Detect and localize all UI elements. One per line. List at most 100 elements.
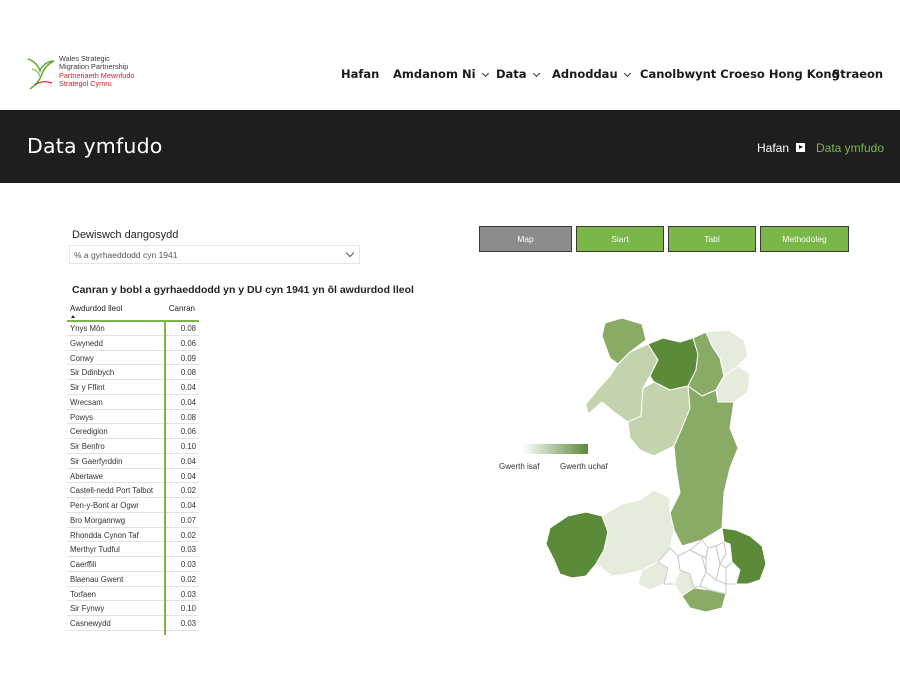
table-row[interactable]: Casnewydd 0.03: [67, 616, 199, 631]
row-value: 0.04: [180, 383, 196, 392]
column-header-value[interactable]: Canran: [169, 304, 195, 313]
chevron-down-icon: [481, 69, 489, 78]
table-row[interactable]: Wrecsam 0.04: [67, 395, 199, 410]
table-row[interactable]: Ceredigion 0.06: [67, 424, 199, 439]
site-header: Wales Strategic Migration Partnership Pa…: [0, 0, 900, 110]
map-region-sir-benfro[interactable]: [545, 511, 609, 579]
row-value: 0.03: [180, 560, 196, 569]
row-value: 0.10: [180, 604, 196, 614]
table-row[interactable]: Rhondda Cynon Taf 0.02: [67, 528, 199, 543]
table-row[interactable]: Sir Ddinbych 0.08: [67, 365, 199, 380]
row-area-name: Ceredigion: [70, 427, 108, 437]
table-body: Ynys Môn 0.08 Gwynedd 0.06 Conwy 0.09 Sir Ddin…: [67, 321, 199, 635]
table-row[interactable]: Castell-nedd Port Talbot 0.02: [67, 483, 199, 498]
table-row[interactable]: Merthyr Tudful 0.03: [67, 542, 199, 557]
data-table[interactable]: Awdurdod lleol Canran Ynys Môn 0.08 Gwyned…: [67, 302, 199, 635]
nav-straeon[interactable]: Straeon: [832, 67, 883, 81]
table-view-button[interactable]: Tabl: [668, 226, 756, 252]
nav-amdanom-ni[interactable]: Amdanom Ni: [393, 67, 489, 81]
row-value: 0.03: [180, 589, 196, 599]
table-row[interactable]: Bro Morgannwg 0.07: [67, 513, 199, 528]
table-row[interactable]: Pen-y-Bont ar Ogwr 0.04: [67, 498, 199, 513]
table-row[interactable]: Sir Fynwy 0.10: [67, 601, 199, 616]
row-value: 0.04: [180, 501, 196, 510]
row-area-name: Sir Benfro: [70, 442, 105, 451]
nav-label: Adnoddau: [552, 67, 618, 81]
nav-label: Data: [496, 67, 527, 81]
row-area-name: Bro Morgannwg: [70, 515, 126, 525]
table-row[interactable]: Sir y Fflint 0.04: [67, 380, 199, 395]
row-area-name: Castell-nedd Port Talbot: [70, 486, 154, 496]
row-value: 0.03: [180, 619, 196, 628]
indicator-selected-value: % a gyrhaeddodd cyn 1941: [74, 250, 178, 260]
methodology-button[interactable]: Methodoleg: [760, 226, 849, 252]
chevron-down-icon: [532, 69, 540, 78]
row-value: 0.04: [180, 471, 196, 481]
row-value: 0.08: [180, 412, 196, 422]
row-area-name: Pen-y-Bont ar Ogwr: [70, 501, 139, 510]
page-banner: Data ymfudo Hafan Data ymfudo: [0, 110, 900, 183]
row-value: 0.02: [180, 486, 196, 496]
nav-label: Straeon: [832, 67, 884, 81]
wales-choropleth-map[interactable]: [530, 318, 775, 618]
map-view-button[interactable]: Map: [479, 226, 572, 252]
table-row[interactable]: Caerffili 0.03: [67, 557, 199, 572]
row-area-name: Sir Fynwy: [70, 604, 105, 614]
table-row[interactable]: Blaenau Gwent 0.02: [67, 572, 199, 587]
indicator-label: Dewiswch dangosydd: [72, 229, 179, 241]
row-value: 0.03: [181, 634, 196, 635]
row-area-name: Sir y Fflint: [70, 383, 105, 392]
row-area-name: Caerdydd: [70, 634, 104, 635]
breadcrumb-arrow-icon: [796, 143, 805, 152]
row-area-name: Conwy: [70, 353, 94, 363]
column-header-area[interactable]: Awdurdod lleol: [70, 304, 122, 313]
row-area-name: Gwynedd: [70, 338, 103, 348]
table-row[interactable]: Powys 0.08: [67, 410, 199, 425]
breadcrumb-home-link[interactable]: Hafan: [757, 141, 789, 155]
page-title: Data ymfudo: [27, 134, 163, 158]
nav-label: Canolbwynt Croeso Hong Kong: [640, 67, 840, 81]
row-value: 0.02: [180, 574, 196, 584]
row-area-name: Sir Gaerfyrddin: [70, 456, 123, 466]
indicator-dropdown[interactable]: % a gyrhaeddodd cyn 1941: [69, 245, 360, 264]
row-area-name: Abertawe: [70, 471, 103, 481]
row-value: 0.10: [180, 442, 196, 451]
table-row[interactable]: Sir Gaerfyrddin 0.04: [67, 454, 199, 469]
row-area-name: Caerffili: [70, 560, 97, 569]
row-value: 0.02: [180, 530, 196, 540]
table-row[interactable]: Caerdydd 0.03: [67, 631, 199, 635]
table-row[interactable]: Sir Benfro 0.10: [67, 439, 199, 454]
table-row[interactable]: Ynys Môn 0.08: [67, 321, 199, 336]
breadcrumb-current: Data ymfudo: [816, 141, 885, 155]
sort-ascending-icon[interactable]: [71, 315, 75, 318]
row-area-name: Ynys Môn: [70, 324, 105, 333]
nav-canolbwynt-croeso[interactable]: Canolbwynt Croeso Hong Kong: [640, 67, 840, 81]
nav-hafan[interactable]: Hafan: [341, 67, 379, 81]
chevron-down-icon: [345, 248, 355, 258]
row-area-name: Torfaen: [70, 589, 97, 599]
nav-label: Amdanom Ni: [393, 67, 476, 81]
nav-data[interactable]: Data: [496, 67, 540, 81]
chart-view-button[interactable]: Siart: [576, 226, 664, 252]
row-area-name: Blaenau Gwent: [70, 574, 124, 584]
row-value: 0.06: [180, 427, 196, 437]
row-value: 0.08: [180, 324, 196, 333]
row-value: 0.07: [180, 515, 196, 525]
column-divider: [164, 320, 166, 635]
nav-adnoddau[interactable]: Adnoddau: [552, 67, 631, 81]
table-row[interactable]: Gwynedd 0.06: [67, 336, 199, 351]
chevron-down-icon: [623, 69, 631, 78]
row-value: 0.09: [180, 353, 196, 363]
row-area-name: Wrecsam: [70, 397, 103, 407]
row-value: 0.04: [180, 397, 196, 407]
row-value: 0.08: [180, 368, 196, 378]
table-row[interactable]: Abertawe 0.04: [67, 469, 199, 484]
row-area-name: Sir Ddinbych: [70, 368, 115, 378]
table-row[interactable]: Torfaen 0.03: [67, 587, 199, 602]
row-value: 0.04: [180, 456, 196, 466]
row-area-name: Merthyr Tudful: [70, 545, 120, 555]
row-area-name: Rhondda Cynon Taf: [70, 530, 139, 540]
row-area-name: Powys: [70, 412, 93, 422]
row-value: 0.06: [180, 338, 196, 348]
table-row[interactable]: Conwy 0.09: [67, 351, 199, 366]
